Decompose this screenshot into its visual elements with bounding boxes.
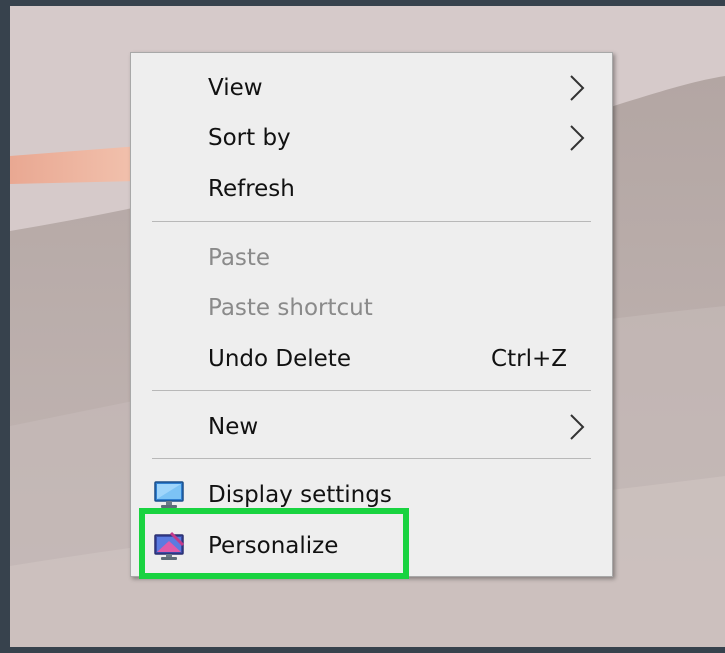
menu-item-refresh[interactable]: Refresh (131, 167, 612, 211)
chevron-right-icon (570, 414, 585, 440)
menu-item-label: Paste shortcut (208, 295, 373, 321)
menu-separator (152, 221, 591, 222)
menu-separator (152, 390, 591, 391)
chevron-right-icon (570, 75, 585, 101)
menu-item-view[interactable]: View (131, 66, 612, 110)
menu-item-undo-delete[interactable]: Undo Delete Ctrl+Z (131, 337, 612, 381)
menu-item-label: Display settings (208, 482, 392, 508)
menu-item-paste[interactable]: Paste (131, 236, 612, 280)
menu-item-label: Undo Delete (208, 346, 351, 372)
menu-item-label: New (208, 414, 259, 440)
menu-item-label: Sort by (208, 125, 291, 151)
menu-item-label: View (208, 75, 263, 101)
screen: View Sort by Refresh Paste Paste shortcu… (0, 0, 725, 653)
menu-item-sort-by[interactable]: Sort by (131, 116, 612, 160)
chevron-right-icon (570, 125, 585, 151)
menu-item-label: Refresh (208, 176, 295, 202)
display-settings-icon (154, 481, 184, 508)
menu-item-new[interactable]: New (131, 405, 612, 449)
desktop-context-menu: View Sort by Refresh Paste Paste shortcu… (130, 52, 613, 577)
menu-item-label: Paste (208, 245, 271, 271)
menu-item-shortcut: Ctrl+Z (491, 346, 567, 372)
menu-separator (152, 458, 591, 459)
menu-item-paste-shortcut[interactable]: Paste shortcut (131, 286, 612, 330)
annotation-highlight-box (139, 508, 409, 579)
